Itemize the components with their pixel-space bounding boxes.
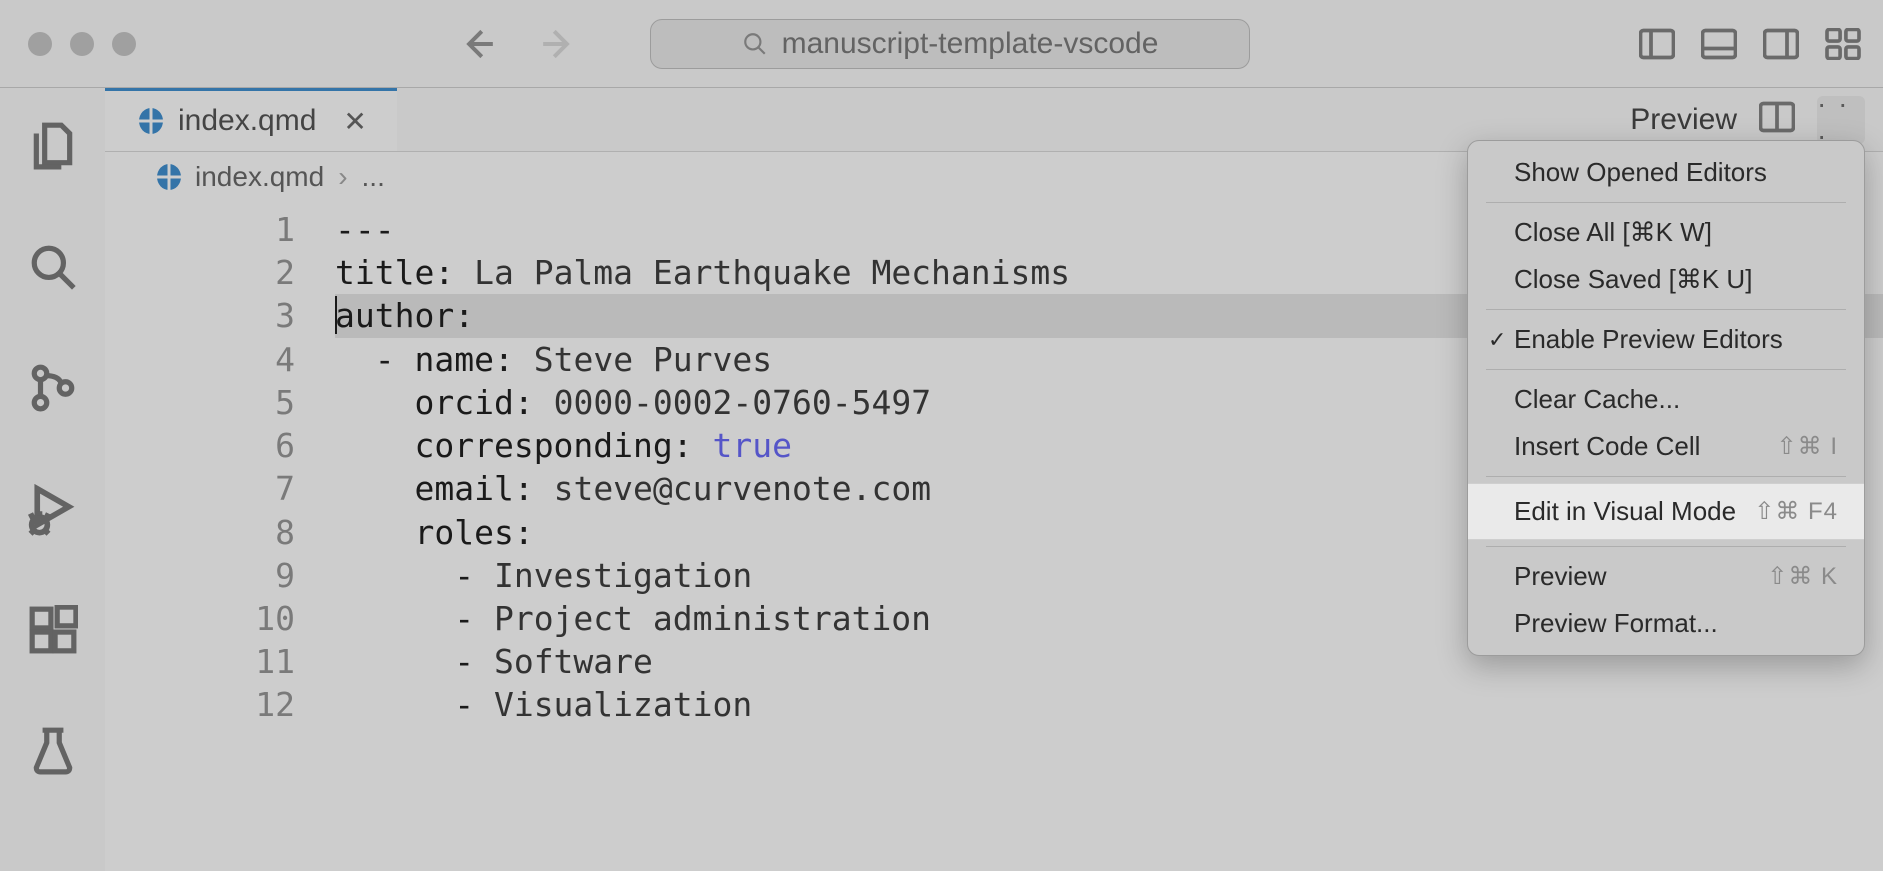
menu-item[interactable]: Preview ⇧⌘ K: [1478, 553, 1854, 600]
toggle-panel-icon[interactable]: [1699, 26, 1739, 62]
menu-item[interactable]: Close Saved [⌘K U]: [1478, 256, 1854, 303]
line-number: 5: [105, 381, 295, 424]
tab-filename: index.qmd: [178, 104, 316, 138]
nav-forward-button[interactable]: [538, 23, 580, 65]
more-actions-button[interactable]: · · ·: [1817, 96, 1865, 144]
run-debug-icon[interactable]: [25, 481, 81, 537]
nav-back-button[interactable]: [456, 23, 498, 65]
testing-icon[interactable]: [25, 723, 81, 779]
search-icon[interactable]: [25, 239, 81, 295]
command-center[interactable]: manuscript-template-vscode: [650, 19, 1250, 69]
line-number: 12: [105, 683, 295, 726]
menu-item-label: Close All [⌘K W]: [1514, 217, 1712, 248]
menu-separator: [1486, 309, 1846, 310]
menu-item-label: Preview: [1514, 561, 1606, 592]
more-actions-menu: Show Opened Editors Close All [⌘K W] Close…: [1467, 140, 1865, 656]
toggle-secondary-sidebar-icon[interactable]: [1761, 26, 1801, 62]
line-number: 3: [105, 294, 295, 337]
chevron-right-icon: ›: [338, 161, 347, 193]
extensions-icon[interactable]: [25, 602, 81, 658]
gutter: 123456789101112: [105, 208, 335, 871]
quarto-file-icon: [157, 165, 181, 189]
source-control-icon[interactable]: [25, 360, 81, 416]
customize-layout-icon[interactable]: [1823, 26, 1863, 62]
line-number: 7: [105, 467, 295, 510]
line-number: 8: [105, 511, 295, 554]
menu-item-shortcut: ⇧⌘ F4: [1754, 497, 1838, 526]
breadcrumb-file[interactable]: index.qmd: [195, 161, 324, 193]
menu-item-label: Clear Cache...: [1514, 384, 1680, 415]
menu-separator: [1486, 369, 1846, 370]
text-cursor: [335, 296, 337, 334]
menu-item-shortcut: ⇧⌘ K: [1767, 562, 1838, 591]
toggle-primary-sidebar-icon[interactable]: [1637, 26, 1677, 62]
quarto-file-icon: [139, 109, 163, 133]
menu-item[interactable]: Preview Format...: [1478, 600, 1854, 647]
menu-item-label: Edit in Visual Mode: [1514, 496, 1736, 527]
tab-index-qmd[interactable]: index.qmd ✕: [105, 88, 397, 151]
line-number: 6: [105, 424, 295, 467]
tab-actions: Preview · · ·: [1630, 96, 1865, 144]
code-line[interactable]: - Visualization: [335, 683, 1883, 726]
preview-button[interactable]: Preview: [1630, 103, 1737, 137]
menu-item[interactable]: Show Opened Editors: [1478, 149, 1854, 196]
menu-item[interactable]: Edit in Visual Mode ⇧⌘ F4: [1468, 483, 1864, 540]
line-number: 10: [105, 597, 295, 640]
breadcrumb-rest[interactable]: ...: [362, 161, 385, 193]
menu-separator: [1486, 546, 1846, 547]
line-number: 2: [105, 251, 295, 294]
menu-item-label: Preview Format...: [1514, 608, 1718, 639]
menu-item[interactable]: Close All [⌘K W]: [1478, 209, 1854, 256]
explorer-icon[interactable]: [25, 118, 81, 174]
menu-item[interactable]: Clear Cache...: [1478, 376, 1854, 423]
activity-bar: [0, 88, 105, 871]
menu-item[interactable]: ✓ Enable Preview Editors: [1478, 316, 1854, 363]
menu-item-shortcut: ⇧⌘ I: [1777, 432, 1838, 461]
close-tab-icon[interactable]: ✕: [343, 105, 366, 138]
menu-item-label: Enable Preview Editors: [1514, 324, 1783, 355]
close-window-icon[interactable]: [28, 32, 52, 56]
line-number: 9: [105, 554, 295, 597]
titlebar-layout-controls: [1637, 26, 1863, 62]
minimize-window-icon[interactable]: [70, 32, 94, 56]
menu-item[interactable]: Insert Code Cell ⇧⌘ I: [1478, 423, 1854, 470]
menu-separator: [1486, 202, 1846, 203]
menu-item-label: Insert Code Cell: [1514, 431, 1700, 462]
menu-item-label: Close Saved [⌘K U]: [1514, 264, 1752, 295]
line-number: 1: [105, 208, 295, 251]
command-center-label: manuscript-template-vscode: [782, 27, 1159, 61]
titlebar: manuscript-template-vscode: [0, 0, 1883, 88]
check-icon: ✓: [1488, 327, 1506, 353]
line-number: 11: [105, 640, 295, 683]
menu-separator: [1486, 476, 1846, 477]
menu-item-label: Show Opened Editors: [1514, 157, 1767, 188]
maximize-window-icon[interactable]: [112, 32, 136, 56]
nav-arrows: [456, 23, 580, 65]
window-controls: [20, 32, 136, 56]
line-number: 4: [105, 338, 295, 381]
split-editor-icon[interactable]: [1759, 101, 1795, 138]
